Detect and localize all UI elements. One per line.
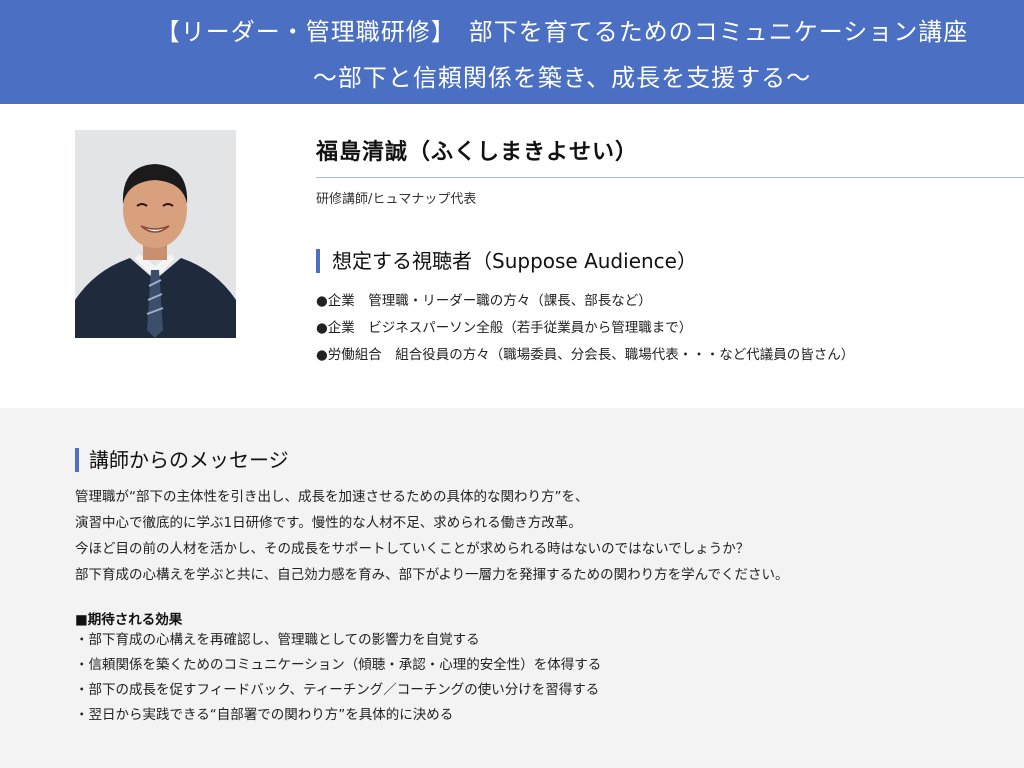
message-heading: 講師からのメッセージ [75, 448, 289, 472]
instructor-profile: 福島清誠（ふくしまきよせい） 研修講師/ヒュマナップ代表 想定する視聴者（Sup… [0, 104, 1024, 408]
audience-item: ●労働組合 組合役員の方々（職場委員、分会長、職場代表・・・など代議員の皆さん） [316, 347, 855, 363]
message-paragraph: 部下育成の心構えを学ぶと共に、自己効力感を育み、部下がより一層力を発揮するための… [75, 567, 789, 583]
instructor-photo [75, 130, 236, 338]
message-section: 講師からのメッセージ 管理職が“部下の主体性を引き出し、成長を加速させるための具… [0, 408, 1024, 768]
effect-item: ・翌日から実践できる“自部署での関わり方”を具体的に決める [75, 707, 454, 723]
audience-heading: 想定する視聴者（Suppose Audience） [316, 249, 697, 273]
effect-item: ・部下の成長を促すフィードバック、ティーチング／コーチングの使い分けを習得する [75, 682, 600, 698]
instructor-name: 福島清誠（ふくしまきよせい） [316, 140, 639, 165]
message-paragraph: 演習中心で徹底的に学ぶ1日研修です。慢性的な人材不足、求められる働き方改革。 [75, 515, 582, 531]
effect-item: ・信頼関係を築くためのコミュニケーション（傾聴・承認・心理的安全性）を体得する [75, 657, 602, 673]
header-banner: 【リーダー・管理職研修】 部下を育てるためのコミュニケーション講座 〜部下と信頼… [0, 0, 1024, 104]
effects-list: ・部下育成の心構えを再確認し、管理職としての影響力を自覚する ・信頼関係を築くた… [75, 628, 601, 728]
effects-title: ■期待される効果 [75, 612, 183, 628]
audience-list: ●企業 管理職・リーダー職の方々（課長、部長など） ●企業 ビジネスパーソン全般… [316, 288, 854, 369]
message-paragraph: 管理職が“部下の主体性を引き出し、成長を加速させるための具体的な関わり方”を、 [75, 489, 589, 505]
audience-item: ●企業 ビジネスパーソン全般（若手従業員から管理職まで） [316, 320, 693, 336]
instructor-title: 研修講師/ヒュマナップ代表 [316, 192, 477, 207]
course-title: 【リーダー・管理職研修】 部下を育てるためのコミュニケーション講座 [155, 18, 969, 46]
message-paragraph: 今ほど目の前の人材を活かし、その成長をサポートしていくことが求められる時はないの… [75, 541, 750, 557]
course-subtitle: 〜部下と信頼関係を築き、成長を支援する〜 [312, 64, 812, 92]
message-body: 管理職が“部下の主体性を引き出し、成長を加速させるための具体的な関わり方”を、 … [75, 484, 788, 588]
effect-item: ・部下育成の心構えを再確認し、管理職としての影響力を自覚する [75, 632, 480, 648]
audience-item: ●企業 管理職・リーダー職の方々（課長、部長など） [316, 293, 652, 309]
name-divider [316, 177, 1024, 178]
instructor-portrait-image [75, 130, 236, 338]
